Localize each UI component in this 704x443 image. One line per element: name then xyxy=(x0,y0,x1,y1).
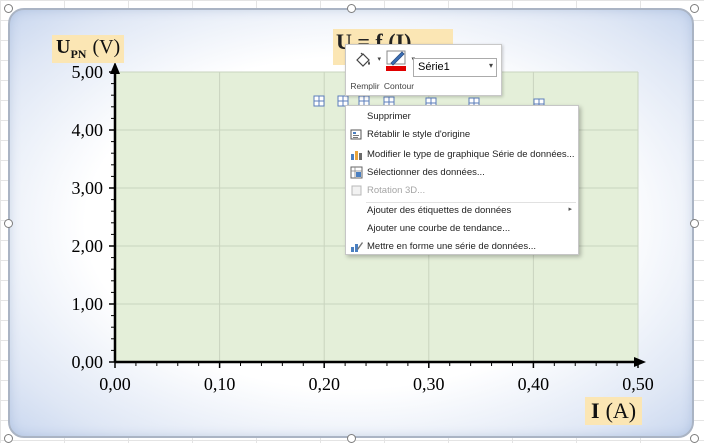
x-tick-label: 0,10 xyxy=(204,374,236,394)
outline-label: Contour xyxy=(383,81,415,91)
y-axis-title-subscript: PN xyxy=(70,47,87,61)
y-tick-label: 2,00 xyxy=(72,236,104,256)
menu-item-select-data[interactable]: Sélectionner des données... xyxy=(346,164,578,182)
menu-item-add-trendline[interactable]: Ajouter une courbe de tendance... xyxy=(346,220,578,238)
menu-item-label: Rétablir le style d'origine xyxy=(367,129,471,140)
y-tick-label: 3,00 xyxy=(72,178,104,198)
y-tick-label: 4,00 xyxy=(72,120,104,140)
fill-label: Remplir xyxy=(350,81,380,91)
menu-item-supprimer[interactable]: Supprimer xyxy=(346,108,578,126)
submenu-arrow-icon: ▸ xyxy=(568,206,572,213)
menu-item-label: Mettre en forme une série de données... xyxy=(367,241,536,252)
x-axis-title-main: I xyxy=(591,398,600,423)
data-point[interactable] xyxy=(313,95,325,107)
x-axis-arrow-icon xyxy=(634,357,646,367)
menu-item-add-data-labels[interactable]: Ajouter des étiquettes de données ▸ xyxy=(346,202,578,220)
x-tick-label: 0,40 xyxy=(518,374,550,394)
y-tick-label: 1,00 xyxy=(72,294,104,314)
fill-dropdown-caret-icon[interactable]: ▾ xyxy=(377,55,381,63)
context-menu: Supprimer Rétablir le style d'origine Mo… xyxy=(345,105,579,255)
menu-item-label: Ajouter des étiquettes de données xyxy=(367,205,512,216)
paint-bucket-icon xyxy=(356,52,370,67)
y-axis-title-main: U xyxy=(56,36,71,58)
chevron-down-icon: ▾ xyxy=(488,61,493,70)
menu-item-label: Supprimer xyxy=(367,111,411,122)
x-tick-label: 0,20 xyxy=(308,374,340,394)
rotation-3d-icon xyxy=(351,185,362,196)
menu-item-reset-style[interactable]: Rétablir le style d'origine xyxy=(346,126,578,144)
fill-button[interactable]: ▾ Remplir xyxy=(348,47,382,93)
chart-type-icon xyxy=(351,151,362,160)
menu-item-label: Sélectionner des données... xyxy=(367,167,485,178)
menu-item-label: Ajouter une courbe de tendance... xyxy=(367,223,511,234)
y-axis-title-unit: (V) xyxy=(92,36,121,58)
series-selector-dropdown[interactable]: Série1 ▾ xyxy=(413,58,497,77)
y-tick-label: 5,00 xyxy=(72,62,104,82)
x-tick-label: 0,50 xyxy=(622,374,654,394)
series-selector-value: Série1 xyxy=(418,61,450,73)
menu-item-format-series[interactable]: Mettre en forme une série de données... xyxy=(346,238,578,256)
outline-button[interactable]: ▾ Contour xyxy=(382,47,416,93)
menu-item-label: Rotation 3D... xyxy=(367,185,426,196)
y-axis-title[interactable]: UPN (V) xyxy=(52,35,125,63)
x-axis-title-unit: (A) xyxy=(605,398,637,423)
menu-item-label: Modifier le type de graphique Série de d… xyxy=(367,149,575,160)
y-tick-label: 0,00 xyxy=(72,352,104,372)
menu-item-rotation-3d: Rotation 3D... xyxy=(346,182,578,200)
select-data-icon xyxy=(350,166,363,179)
menu-item-change-chart-type[interactable]: Modifier le type de graphique Série de d… xyxy=(346,146,578,164)
x-tick-label: 0,00 xyxy=(99,374,131,394)
x-tick-label: 0,30 xyxy=(413,374,445,394)
x-axis-title[interactable]: I (A) xyxy=(585,397,643,425)
reset-style-icon xyxy=(350,129,362,140)
mini-format-toolbar: ▾ Remplir ▾ Contour Série1 ▾ xyxy=(345,44,502,96)
format-series-icon xyxy=(351,242,363,252)
pen-outline-icon xyxy=(386,50,406,71)
